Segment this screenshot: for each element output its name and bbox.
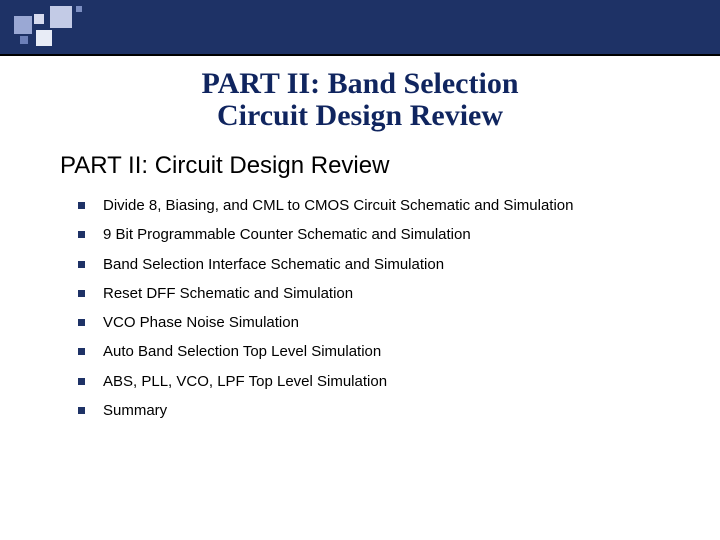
list-item-text: 9 Bit Programmable Counter Schematic and… bbox=[103, 225, 678, 245]
bullet-icon bbox=[78, 261, 85, 268]
deco-square-icon bbox=[36, 30, 52, 46]
list-item-text: ABS, PLL, VCO, LPF Top Level Simulation bbox=[103, 372, 678, 392]
bullet-icon bbox=[78, 407, 85, 414]
bullet-icon bbox=[78, 348, 85, 355]
list-item-text: Band Selection Interface Schematic and S… bbox=[103, 255, 678, 275]
deco-square-icon bbox=[34, 14, 44, 24]
list-item: VCO Phase Noise Simulation bbox=[78, 313, 678, 333]
bullet-icon bbox=[78, 319, 85, 326]
title-line-1: PART II: Band Selection bbox=[0, 68, 720, 100]
slide-title: PART II: Band Selection Circuit Design R… bbox=[0, 68, 720, 131]
list-item-text: Auto Band Selection Top Level Simulation bbox=[103, 342, 678, 362]
list-item: Reset DFF Schematic and Simulation bbox=[78, 284, 678, 304]
list-item-text: Reset DFF Schematic and Simulation bbox=[103, 284, 678, 304]
deco-square-icon bbox=[76, 6, 82, 12]
section-subtitle: PART II: Circuit Design Review bbox=[60, 152, 389, 180]
bullet-icon bbox=[78, 202, 85, 209]
deco-square-icon bbox=[50, 6, 72, 28]
content-list: Divide 8, Biasing, and CML to CMOS Circu… bbox=[78, 196, 678, 430]
bullet-icon bbox=[78, 290, 85, 297]
list-item-text: VCO Phase Noise Simulation bbox=[103, 313, 678, 333]
list-item: Band Selection Interface Schematic and S… bbox=[78, 255, 678, 275]
deco-square-icon bbox=[20, 36, 28, 44]
list-item: Summary bbox=[78, 401, 678, 421]
title-line-2: Circuit Design Review bbox=[0, 100, 720, 132]
list-item-text: Summary bbox=[103, 401, 678, 421]
bullet-icon bbox=[78, 378, 85, 385]
list-item-text: Divide 8, Biasing, and CML to CMOS Circu… bbox=[103, 196, 678, 216]
header-bar bbox=[0, 0, 720, 56]
list-item: Auto Band Selection Top Level Simulation bbox=[78, 342, 678, 362]
list-item: 9 Bit Programmable Counter Schematic and… bbox=[78, 225, 678, 245]
list-item: ABS, PLL, VCO, LPF Top Level Simulation bbox=[78, 372, 678, 392]
deco-square-icon bbox=[14, 16, 32, 34]
bullet-icon bbox=[78, 231, 85, 238]
list-item: Divide 8, Biasing, and CML to CMOS Circu… bbox=[78, 196, 678, 216]
corner-decoration bbox=[14, 6, 94, 48]
